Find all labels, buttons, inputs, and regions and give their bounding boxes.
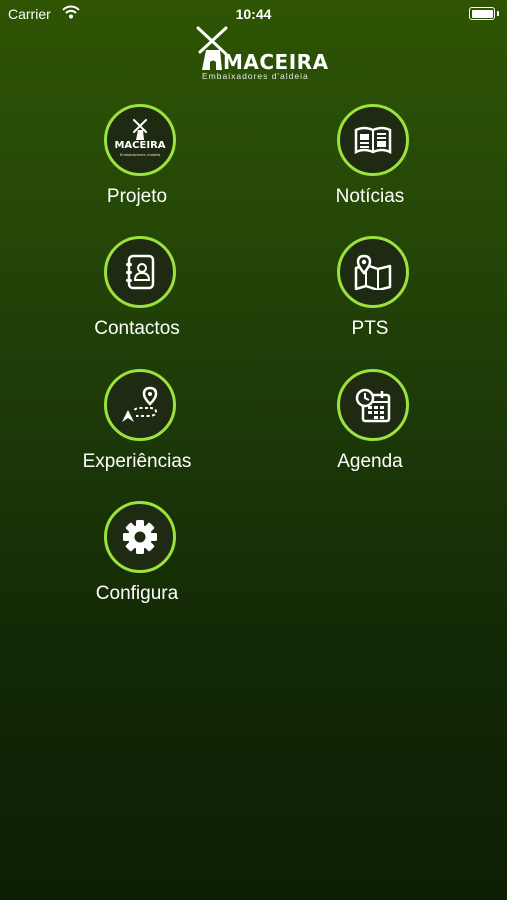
menu-item-projeto[interactable]: MACEIRA Embaixadores d'aldeia Projeto [61,104,221,224]
address-book-icon [124,254,156,290]
menu-item-agenda[interactable]: Agenda [294,369,454,489]
menu-label: Contactos [94,318,180,339]
menu-label: PTS [351,318,389,339]
noticias-button[interactable] [337,104,409,176]
battery-icon [469,7,499,20]
menu-item-contactos[interactable]: Contactos [61,236,221,356]
app-logo: MACEIRA Embaixadores d'aldeia [190,24,328,82]
menu-item-experiencias[interactable]: Experiências [61,369,221,489]
menu-item-noticias[interactable]: Notícias [294,104,454,224]
mini-logo-text: MACEIRA [114,140,166,151]
newspaper-icon [354,124,392,156]
menu-item-pts[interactable]: PTS [294,236,454,356]
agenda-button[interactable] [337,369,409,441]
menu-item-configura[interactable]: Configura [61,501,221,621]
menu-label: Agenda [337,451,403,472]
experiencias-button[interactable] [104,369,176,441]
mini-logo-subtitle: Embaixadores d'aldeia [119,152,161,157]
calendar-icon [355,387,391,423]
clock: 10:44 [235,6,272,22]
logo-subtitle: Embaixadores d'aldeia [202,71,309,81]
menu-label: Projeto [106,186,168,207]
map-pin-icon [354,254,392,290]
route-icon [120,386,160,424]
projeto-button[interactable]: MACEIRA Embaixadores d'aldeia [104,104,176,176]
configura-button[interactable] [104,501,176,573]
status-bar: Carrier 10:44 [0,0,507,26]
contactos-button[interactable] [104,236,176,308]
maceira-logo-icon: MACEIRA Embaixadores d'aldeia [114,118,166,162]
menu-label: Notícias [335,186,405,207]
menu-label: Configura [95,583,179,604]
menu-label: Experiências [82,451,192,472]
pts-button[interactable] [337,236,409,308]
gear-icon [121,518,159,556]
